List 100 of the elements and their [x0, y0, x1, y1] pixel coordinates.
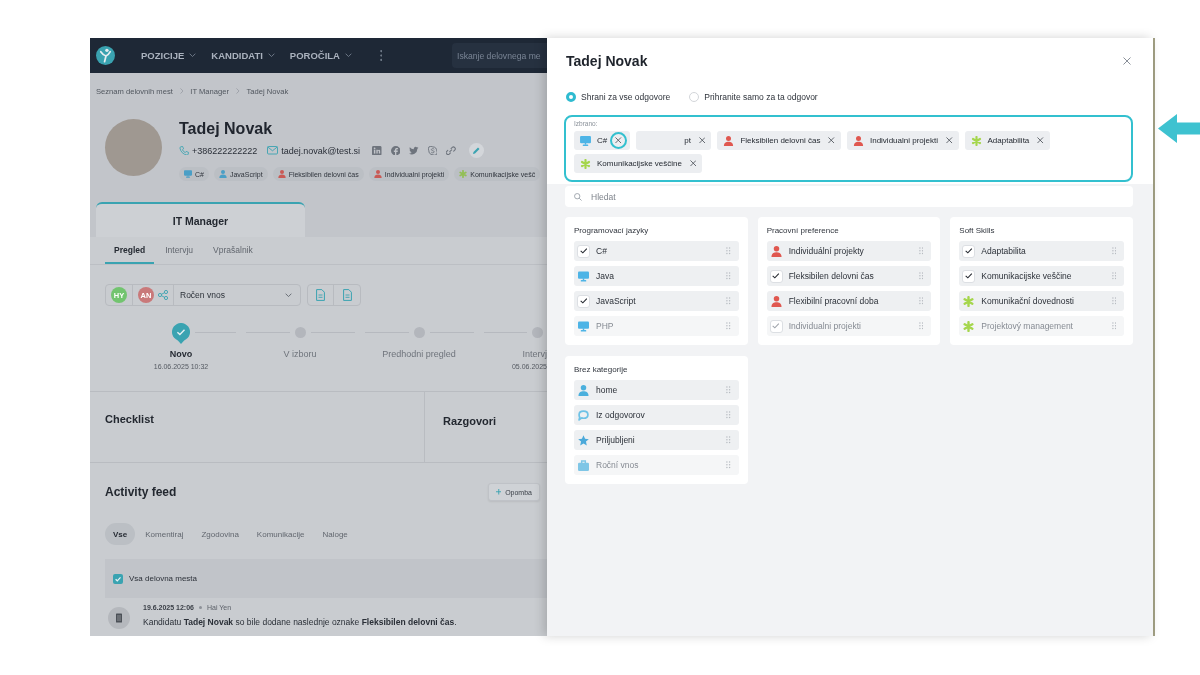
nav-menu[interactable]: POROČILA	[289, 50, 352, 61]
checkbox[interactable]	[769, 319, 783, 333]
option-label: Fleksibilen delovni čas	[788, 271, 875, 281]
tab[interactable]: Vprašalnik	[204, 237, 262, 264]
selected-tag[interactable]: pt	[636, 131, 712, 150]
link-icon[interactable]	[446, 145, 456, 156]
tag-option[interactable]: Fleksibilen delovni čas	[766, 266, 932, 286]
drag-handle-icon[interactable]	[918, 247, 924, 255]
close-icon[interactable]	[698, 137, 706, 144]
check-icon	[965, 248, 973, 254]
document-icon[interactable]	[342, 289, 352, 301]
checkbox[interactable]	[113, 573, 123, 584]
radio-option[interactable]: Shrani za vse odgovore	[566, 92, 671, 102]
checkbox[interactable]	[577, 294, 590, 308]
close-icon[interactable]	[689, 160, 697, 167]
filter-tab[interactable]: Komunikacije	[248, 523, 313, 545]
logo-icon[interactable]	[96, 46, 115, 65]
chevron-right-icon	[179, 88, 184, 94]
drag-handle-icon[interactable]	[1111, 247, 1116, 255]
facebook-icon[interactable]	[390, 145, 400, 156]
close-icon[interactable]	[615, 137, 622, 144]
drag-handle-icon[interactable]	[918, 297, 924, 305]
option-label: Komunikační dovednosti	[981, 296, 1075, 306]
source-select[interactable]: Ročen vnos	[174, 285, 300, 305]
option-label: PHP	[596, 321, 615, 331]
tag-option[interactable]: home	[574, 380, 739, 400]
nav-menu[interactable]: POZICIJE	[141, 50, 197, 61]
close-icon[interactable]	[1123, 57, 1131, 65]
drag-handle-icon[interactable]	[726, 386, 731, 394]
checkbox-option[interactable]: Vsa delovna mesta	[113, 573, 198, 584]
close-icon[interactable]	[1037, 137, 1044, 144]
share-icon[interactable]	[158, 290, 168, 300]
document-icon[interactable]	[316, 289, 325, 301]
search-field[interactable]: Hledat	[565, 186, 1133, 207]
edit-button[interactable]	[468, 143, 484, 158]
more-options-icon[interactable]	[380, 50, 383, 61]
option-label: Java	[596, 271, 615, 281]
drag-handle-icon[interactable]	[726, 272, 731, 280]
close-icon[interactable]	[828, 137, 835, 144]
selected-tag[interactable]: Adaptabilita	[964, 131, 1050, 150]
tab[interactable]: Intervju	[156, 237, 203, 264]
tag-option[interactable]: Java	[574, 266, 739, 286]
tag-option[interactable]: Priljubljeni	[574, 430, 739, 450]
option-label: JavaScript	[596, 296, 637, 306]
tag-option[interactable]: Komunikační dovednosti	[959, 291, 1124, 311]
filter-tab[interactable]: Zgodovina	[193, 523, 247, 545]
drag-handle-icon[interactable]	[918, 322, 924, 330]
step-label: Novo	[169, 349, 193, 360]
filter-tab[interactable]: Naloge	[314, 523, 356, 545]
drag-handle-icon[interactable]	[726, 247, 731, 255]
position-tab[interactable]: IT Manager	[96, 202, 305, 237]
tag-label: Adaptabilita	[987, 136, 1030, 145]
card-title: Brez kategorije	[574, 365, 629, 374]
tag-label: C#	[597, 136, 608, 145]
option-label: Projektový management	[981, 321, 1074, 331]
drag-handle-icon[interactable]	[726, 461, 731, 469]
drag-handle-icon[interactable]	[726, 436, 731, 444]
selected-tag[interactable]: Individualni projekti	[846, 131, 959, 150]
drag-handle-icon[interactable]	[726, 322, 731, 330]
checkbox[interactable]	[962, 244, 976, 258]
skype-icon[interactable]	[427, 145, 437, 156]
drag-handle-icon[interactable]	[726, 411, 731, 419]
drag-handle-icon[interactable]	[726, 297, 731, 305]
filter-tab[interactable]: Vse	[105, 523, 136, 545]
tag-option[interactable]: JavaScript	[574, 291, 739, 311]
drag-handle-icon[interactable]	[918, 272, 924, 280]
tag-option[interactable]: C#	[574, 241, 739, 261]
filter-tab[interactable]: Komentiraj	[137, 523, 192, 545]
separator-dot-icon	[199, 606, 202, 609]
checkbox[interactable]	[577, 244, 590, 258]
drag-handle-icon[interactable]	[1111, 272, 1116, 280]
option-label: Roční vnos	[596, 460, 640, 470]
close-icon[interactable]	[946, 137, 953, 144]
card-title: Programovací jazyky	[574, 226, 650, 235]
nav-menu[interactable]: KANDIDATI	[211, 50, 275, 61]
tag-option[interactable]: Adaptabilita	[959, 241, 1124, 261]
drag-handle-icon[interactable]	[1111, 297, 1116, 305]
selected-tag[interactable]: Fleksibilen delovni čas	[717, 131, 841, 150]
drag-handle-icon[interactable]	[1111, 322, 1116, 330]
phone-number: +386222222222	[192, 145, 258, 156]
checkbox[interactable]	[769, 269, 783, 283]
option-label: home	[596, 385, 619, 395]
radio-icon[interactable]	[566, 92, 576, 102]
tag-option[interactable]: Individuální projekty	[766, 241, 932, 261]
search-field[interactable]: Iskanje delovnega me	[452, 43, 547, 68]
linkedin-icon[interactable]	[372, 145, 382, 156]
checkbox[interactable]	[962, 269, 976, 283]
section-title: Razgovori	[443, 415, 497, 427]
selected-tag[interactable]: Komunikacijske veščine	[574, 154, 703, 173]
selected-tag[interactable]: C#	[574, 131, 631, 150]
radio-icon[interactable]	[689, 92, 700, 102]
radio-option[interactable]: Prihranite samo za ta odgovor	[689, 92, 818, 102]
tag-option[interactable]: Iz odgovorov	[574, 405, 739, 425]
entry-text: Kandidatu Tadej Novak so bile dodane naslednje oznake Fleksibilen delovni čas.	[143, 617, 457, 628]
tab[interactable]: Pregled	[105, 237, 155, 264]
tag-option[interactable]: Flexibilní pracovní doba	[766, 291, 932, 311]
mail-icon	[267, 146, 279, 155]
tag-option[interactable]: Komunikacijske veščine	[959, 266, 1124, 286]
tag-label: pt	[684, 136, 691, 145]
twitter-icon[interactable]	[409, 145, 419, 156]
